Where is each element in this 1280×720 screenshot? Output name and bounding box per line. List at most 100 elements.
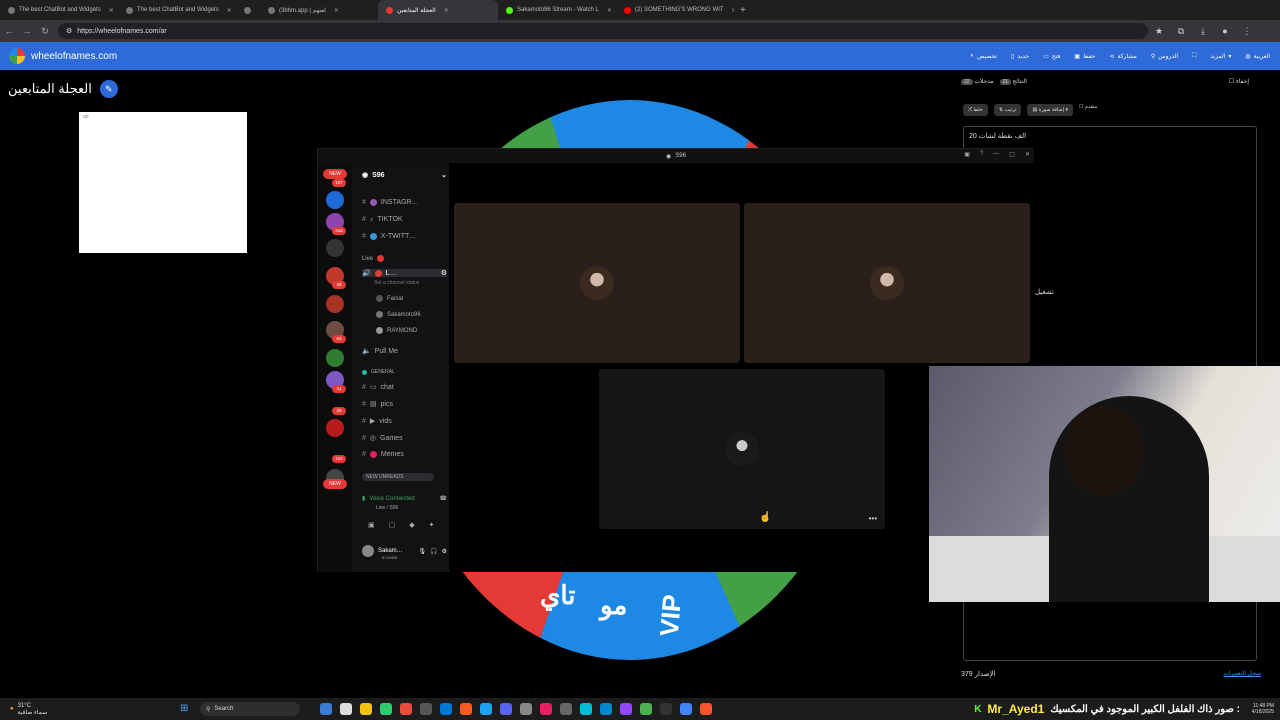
menu-icon[interactable]: ⋮ bbox=[1236, 26, 1258, 37]
server-icon[interactable] bbox=[326, 239, 344, 257]
menu-more[interactable]: المزيد ▾ bbox=[1210, 53, 1231, 60]
close-icon[interactable]: ✕ bbox=[334, 7, 339, 14]
channel-instagram[interactable]: # INSTAGR… bbox=[362, 199, 447, 206]
category-general[interactable]: GENERAL bbox=[362, 369, 447, 375]
app-icon[interactable] bbox=[540, 703, 552, 715]
app-icon[interactable] bbox=[480, 703, 492, 715]
menu-share[interactable]: ⋖ مشاركة bbox=[1109, 53, 1136, 60]
site-name[interactable]: wheelofnames.com bbox=[31, 51, 117, 62]
menu-customize[interactable]: ◐ تخصيص bbox=[971, 53, 998, 60]
close-icon[interactable]: ✕ bbox=[607, 7, 612, 14]
xbox-icon[interactable] bbox=[380, 703, 392, 715]
menu-save[interactable]: ▣ حفظ bbox=[1074, 53, 1095, 60]
changelog-link[interactable]: سجل التغييرات bbox=[1223, 670, 1261, 678]
new-tab-button[interactable]: + bbox=[734, 5, 752, 16]
menu-open[interactable]: ▭ فتح bbox=[1043, 53, 1060, 60]
app-icon[interactable] bbox=[460, 703, 472, 715]
folder-icon[interactable] bbox=[360, 703, 372, 715]
inbox-icon[interactable]: ▣ bbox=[964, 151, 970, 158]
maximize-icon[interactable]: ▢ bbox=[1009, 151, 1015, 158]
settings-icon[interactable] bbox=[520, 703, 532, 715]
file-explorer-icon[interactable] bbox=[340, 703, 352, 715]
profile-icon[interactable]: ● bbox=[1214, 26, 1236, 36]
app-icon[interactable] bbox=[420, 703, 432, 715]
server-icon[interactable] bbox=[326, 295, 344, 313]
edge-icon[interactable] bbox=[320, 703, 332, 715]
camera-icon[interactable]: ▣ bbox=[368, 521, 375, 529]
soundboard-icon[interactable]: ✦ bbox=[429, 521, 435, 529]
voice-connected-status[interactable]: ▮ Voice Connected ☎ bbox=[362, 495, 447, 503]
menu-new[interactable]: ▯ جديد bbox=[1011, 53, 1029, 60]
voice-channel-live[interactable]: 🔊 L… ⚙ bbox=[362, 269, 447, 277]
bookmark-star-icon[interactable]: ★ bbox=[1148, 26, 1170, 37]
app-icon[interactable] bbox=[560, 703, 572, 715]
server-icon[interactable] bbox=[326, 419, 344, 437]
url-input[interactable]: ⚙ https://wheelofnames.com/ar bbox=[58, 23, 1148, 39]
extensions-icon[interactable]: ⧉ bbox=[1170, 26, 1192, 37]
downloads-icon[interactable]: ⤓ bbox=[1192, 26, 1214, 37]
tab-entries[interactable]: مدخلات 22 bbox=[961, 78, 994, 85]
weather-widget[interactable]: ● 31°C سماء صافية bbox=[0, 703, 170, 716]
activity-icon[interactable]: ◆ bbox=[409, 521, 414, 529]
channel-vids[interactable]: # ▶ vids bbox=[362, 417, 447, 426]
menu-tutorials[interactable]: ⚲ الدروس bbox=[1151, 53, 1178, 60]
sort-button[interactable]: ⇅ ترتيب bbox=[993, 104, 1022, 116]
app-icon[interactable] bbox=[640, 703, 652, 715]
server-icon[interactable] bbox=[326, 191, 344, 209]
tab-chatbot-2[interactable]: The best ChatBot and Widgets ✕ bbox=[118, 0, 236, 20]
menu-language[interactable]: ◍ العربية bbox=[1245, 53, 1270, 60]
close-icon[interactable]: ✕ bbox=[227, 7, 232, 14]
app-icon[interactable] bbox=[580, 703, 592, 715]
back-icon[interactable]: ← bbox=[0, 26, 18, 36]
screenshare-icon[interactable]: ▢ bbox=[389, 521, 396, 529]
system-clock[interactable]: 11:48 PM 4/18/2025 bbox=[1240, 703, 1280, 715]
menu-fullscreen[interactable]: ⛶ bbox=[1192, 53, 1196, 60]
forward-icon[interactable]: → bbox=[18, 26, 36, 36]
discord-icon[interactable] bbox=[500, 703, 512, 715]
app-icon[interactable] bbox=[400, 703, 412, 715]
help-icon[interactable]: ? bbox=[980, 151, 983, 158]
channel-pics[interactable]: # ▤ pics bbox=[362, 400, 447, 409]
tab-wheel[interactable]: العجلة المتابعين ✕ bbox=[378, 0, 498, 20]
participant-tile[interactable]: ••• bbox=[599, 369, 885, 529]
edit-pencil-icon[interactable]: ✎ bbox=[99, 80, 118, 98]
shuffle-button[interactable]: ⤮ خلط bbox=[963, 104, 988, 116]
telegram-icon[interactable] bbox=[600, 703, 612, 715]
tab-pinned[interactable] bbox=[236, 0, 260, 20]
obs-icon[interactable] bbox=[660, 703, 672, 715]
close-icon[interactable]: ✕ bbox=[444, 7, 449, 14]
participant-tile[interactable] bbox=[454, 203, 740, 363]
channel-games[interactable]: # ◎ Games bbox=[362, 434, 447, 443]
channel-chat[interactable]: # ▭ chat bbox=[362, 383, 447, 392]
reload-icon[interactable]: ↻ bbox=[36, 26, 54, 37]
wheel-logo-icon[interactable] bbox=[9, 48, 25, 64]
channel-memes[interactable]: # Memes bbox=[362, 451, 447, 458]
mic-icon[interactable]: 🎙 bbox=[419, 548, 427, 555]
tab-3bhm[interactable]: (3bhm.app | لعبهم ✕ bbox=[260, 0, 378, 20]
add-image-button[interactable]: ▤ إضافة صورة ▾ bbox=[1027, 104, 1073, 116]
category-live[interactable]: Live bbox=[362, 255, 447, 262]
voice-channel-pullme[interactable]: 🔈 Pull Me bbox=[362, 347, 447, 356]
close-icon[interactable]: ✕ bbox=[109, 7, 114, 14]
outlook-icon[interactable] bbox=[440, 703, 452, 715]
voice-member[interactable]: RAYMOND bbox=[362, 327, 447, 334]
windows-start-icon[interactable]: ⊞ bbox=[180, 703, 194, 715]
headphones-icon[interactable]: 🎧 bbox=[430, 548, 437, 555]
chrome-icon[interactable] bbox=[680, 703, 692, 715]
advanced-checkbox[interactable]: ☐ متقدم bbox=[1079, 104, 1097, 116]
tab-sakamoto[interactable]: Sakamoto96 Stream - Watch L ✕ bbox=[498, 0, 616, 20]
new-unreads-pill[interactable]: NEW UNREADS bbox=[362, 473, 434, 481]
voice-member[interactable]: Sakamoto96 bbox=[362, 311, 447, 318]
brave-icon[interactable] bbox=[700, 703, 712, 715]
server-header[interactable]: ◉ S96 ⌄ bbox=[362, 171, 447, 180]
server-icon[interactable] bbox=[326, 349, 344, 367]
tab-youtube[interactable]: (2) SOMETHING'S WRONG WIT✕ bbox=[616, 0, 734, 20]
tab-results[interactable]: النتائج 11 bbox=[999, 78, 1027, 85]
twitch-icon[interactable] bbox=[620, 703, 632, 715]
hide-checkbox[interactable]: ☐ إخفاء bbox=[1229, 78, 1249, 85]
settings-icon[interactable]: ⚙ bbox=[441, 269, 447, 277]
channel-tiktok[interactable]: # ♪ TIKTOK bbox=[362, 216, 447, 223]
gear-icon[interactable]: ⚙ bbox=[442, 548, 447, 555]
voice-member[interactable]: Faisal bbox=[362, 295, 447, 302]
disconnect-icon[interactable]: ☎ bbox=[440, 495, 447, 502]
